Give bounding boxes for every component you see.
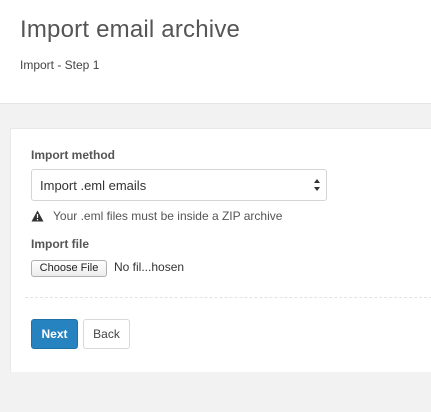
file-status-text: No fil...hosen: [114, 260, 185, 274]
page-subtitle: Import - Step 1: [20, 58, 100, 72]
back-button[interactable]: Back: [83, 319, 130, 349]
import-form-panel: Import method Import .eml emails Your .e…: [10, 128, 431, 372]
warning-icon: [31, 210, 44, 222]
choose-file-button[interactable]: Choose File: [31, 260, 107, 277]
import-hint-text: Your .eml files must be inside a ZIP arc…: [53, 209, 283, 223]
form-divider: [25, 297, 431, 298]
page-title: Import email archive: [20, 16, 241, 43]
select-arrows-icon: [314, 179, 320, 191]
page-header: Import email archive Import - Step 1: [0, 0, 431, 104]
import-method-selected-value: Import .eml emails: [40, 178, 147, 193]
import-method-label: Import method: [31, 148, 115, 162]
import-file-label: Import file: [31, 237, 90, 251]
import-method-select[interactable]: Import .eml emails: [31, 169, 327, 201]
next-button[interactable]: Next: [31, 319, 78, 349]
